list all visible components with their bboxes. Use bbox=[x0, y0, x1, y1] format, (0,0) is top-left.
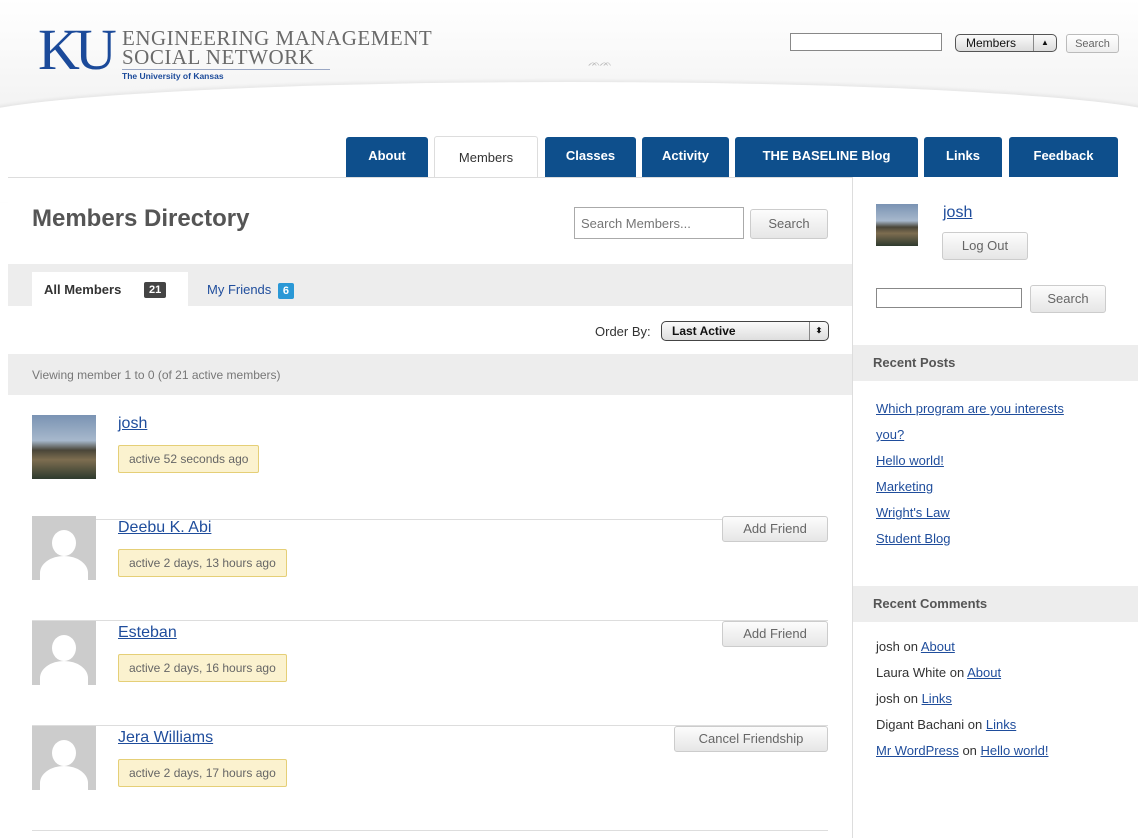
ku-logo-mark: KU bbox=[38, 17, 117, 82]
recent-post-link[interactable]: Student Blog bbox=[876, 531, 950, 546]
comment-on: on bbox=[903, 639, 918, 654]
tab-members[interactable]: Members bbox=[434, 136, 538, 178]
recent-post-link[interactable]: Hello world! bbox=[876, 453, 944, 468]
member-activity-badge: active 2 days, 17 hours ago bbox=[118, 759, 287, 787]
comment-target-link[interactable]: Links bbox=[922, 691, 952, 706]
member-activity-badge: active 2 days, 13 hours ago bbox=[118, 549, 287, 577]
comment-target-link[interactable]: About bbox=[921, 639, 955, 654]
members-search-button[interactable]: Search bbox=[750, 209, 828, 239]
add-friend-button[interactable]: Add Friend bbox=[722, 621, 828, 647]
comment-target-link[interactable]: Hello world! bbox=[981, 743, 1049, 758]
default-avatar-icon bbox=[52, 740, 76, 766]
jayhawk-mark-icon: ᨏᨏ bbox=[588, 58, 612, 69]
cancel-friendship-button[interactable]: Cancel Friendship bbox=[674, 726, 828, 752]
comment-author: Laura White bbox=[876, 665, 947, 680]
member-avatar[interactable] bbox=[32, 516, 96, 580]
sidebar-search-input[interactable] bbox=[876, 288, 1022, 308]
add-friend-button[interactable]: Add Friend bbox=[722, 516, 828, 542]
comment-author-link[interactable]: Mr WordPress bbox=[876, 743, 959, 758]
comment-author: josh bbox=[876, 639, 900, 654]
member-name-link[interactable]: josh bbox=[118, 415, 147, 433]
member-avatar[interactable] bbox=[32, 726, 96, 790]
pagination-bar: Viewing member 1 to 0 (of 21 active memb… bbox=[8, 354, 852, 395]
member-avatar[interactable] bbox=[32, 415, 96, 479]
default-avatar-body bbox=[40, 556, 88, 580]
site-logo[interactable]: KU ENGINEERING MANAGEMENT SOCIAL NETWORK… bbox=[38, 18, 458, 98]
recent-post-link[interactable]: Marketing bbox=[876, 479, 933, 494]
order-by-select[interactable]: Last Active ⬍ bbox=[661, 321, 829, 341]
member-activity-badge: active 2 days, 16 hours ago bbox=[118, 654, 287, 682]
tab-all-members[interactable]: All Members 21 bbox=[32, 272, 188, 307]
sidebar: josh Log Out Search Recent Posts Which p… bbox=[853, 177, 1138, 837]
comment-author: Digant Bachani bbox=[876, 717, 965, 732]
member-name-link[interactable]: Esteban bbox=[118, 624, 177, 642]
select-arrows-icon: ⬍ bbox=[809, 322, 828, 340]
tab-baseline-blog[interactable]: THE BASELINE Blog bbox=[735, 137, 918, 177]
search-scope-value: Members bbox=[966, 36, 1017, 50]
members-directory-panel: Members Directory Search All Members 21 … bbox=[8, 177, 853, 838]
comment-on: on bbox=[949, 665, 965, 680]
recent-posts-heading: Recent Posts bbox=[853, 345, 1138, 381]
member-name-link[interactable]: Deebu K. Abi bbox=[118, 519, 211, 537]
comment-author: josh bbox=[876, 691, 900, 706]
site-search-input[interactable] bbox=[790, 33, 942, 51]
default-avatar-icon bbox=[52, 530, 76, 556]
recent-post-link[interactable]: Wright's Law bbox=[876, 505, 950, 520]
tab-feedback[interactable]: Feedback bbox=[1009, 137, 1118, 177]
tab-my-friends[interactable]: My Friends 6 bbox=[207, 282, 295, 299]
member-row: Jera Williams active 2 days, 17 hours ag… bbox=[32, 726, 828, 831]
all-members-count-badge: 21 bbox=[144, 282, 167, 298]
recent-comment: josh on About bbox=[876, 639, 955, 654]
default-avatar-icon bbox=[52, 635, 76, 661]
all-members-label: All Members bbox=[44, 282, 122, 297]
default-avatar-body bbox=[40, 661, 88, 685]
row-divider bbox=[32, 830, 828, 831]
member-row: Esteban active 2 days, 16 hours ago Add … bbox=[32, 621, 828, 726]
recent-comment: Laura White on About bbox=[876, 665, 1001, 680]
order-by-label: Order By: bbox=[595, 324, 651, 339]
member-name-link[interactable]: Jera Williams bbox=[118, 729, 213, 747]
tab-activity[interactable]: Activity bbox=[642, 137, 729, 177]
recent-comments-heading: Recent Comments bbox=[853, 586, 1138, 622]
comment-target-link[interactable]: Links bbox=[986, 717, 1016, 732]
logo-divider bbox=[122, 69, 330, 70]
tab-about[interactable]: About bbox=[346, 137, 428, 177]
tab-links[interactable]: Links bbox=[924, 137, 1002, 177]
current-user-link[interactable]: josh bbox=[943, 204, 972, 222]
member-activity-badge: active 52 seconds ago bbox=[118, 445, 260, 473]
page-title: Members Directory bbox=[32, 205, 250, 232]
search-scope-select[interactable]: Members ▲ bbox=[955, 34, 1057, 52]
member-row: josh active 52 seconds ago bbox=[32, 415, 828, 520]
recent-comment: josh on Links bbox=[876, 691, 952, 706]
order-by-value: Last Active bbox=[672, 324, 736, 338]
comment-on: on bbox=[962, 743, 977, 758]
recent-comment: Mr WordPress on Hello world! bbox=[876, 743, 1048, 758]
members-search-input[interactable] bbox=[574, 207, 744, 239]
default-avatar-body bbox=[40, 766, 88, 790]
recent-post-link[interactable]: you? bbox=[876, 427, 904, 442]
select-arrows-icon: ▲ bbox=[1033, 35, 1056, 51]
my-friends-count-badge: 6 bbox=[277, 283, 295, 299]
site-search-button[interactable]: Search bbox=[1066, 34, 1119, 53]
comment-target-link[interactable]: About bbox=[967, 665, 1001, 680]
logo-subtitle: The University of Kansas bbox=[122, 71, 224, 81]
user-avatar[interactable] bbox=[876, 204, 918, 246]
pagination-count: Viewing member 1 to 0 (of 21 active memb… bbox=[32, 368, 281, 382]
recent-post-link[interactable]: Which program are you interests bbox=[876, 401, 1064, 416]
logo-title-line2: SOCIAL NETWORK bbox=[122, 45, 315, 69]
member-avatar[interactable] bbox=[32, 621, 96, 685]
comment-on: on bbox=[967, 717, 983, 732]
sidebar-search-button[interactable]: Search bbox=[1030, 285, 1106, 313]
comment-on: on bbox=[903, 691, 918, 706]
member-row: Deebu K. Abi active 2 days, 13 hours ago… bbox=[32, 516, 828, 621]
my-friends-label: My Friends bbox=[207, 282, 272, 297]
tab-classes[interactable]: Classes bbox=[545, 137, 636, 177]
recent-comment: Digant Bachani on Links bbox=[876, 717, 1016, 732]
logout-button[interactable]: Log Out bbox=[942, 232, 1028, 260]
